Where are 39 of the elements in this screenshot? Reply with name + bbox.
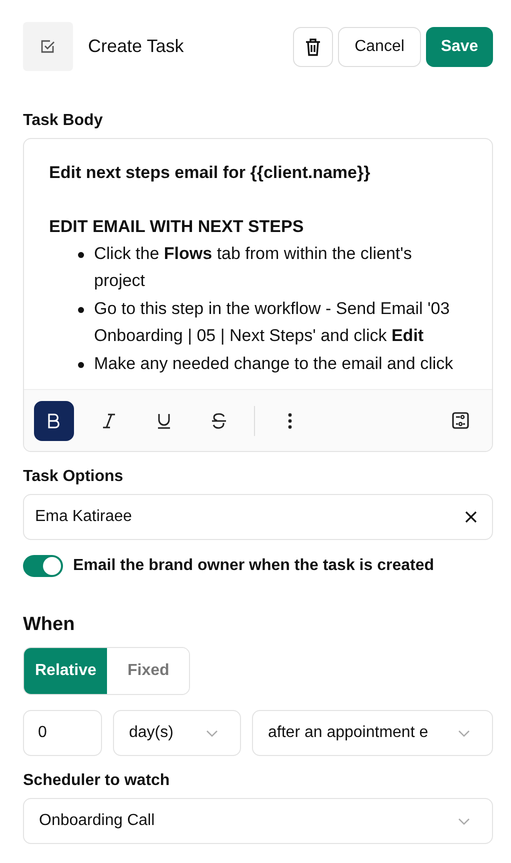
field-label: Task Options <box>23 468 124 486</box>
chevron-down-icon <box>206 730 218 736</box>
mode-tab[interactable]: Relative <box>24 648 108 694</box>
bullet-text: Go to this step in the workflow - Send Email '03 Onboarding | 05 | Next Steps' and click Edit <box>94 298 451 347</box>
rich-text-editor[interactable] <box>23 138 493 452</box>
strikethrough-icon <box>211 412 227 428</box>
variables-icon <box>452 412 468 429</box>
underline-icon <box>157 412 171 428</box>
editor-subheading: EDIT EMAIL WITH NEXT STEPS <box>49 216 305 238</box>
checkbox-icon <box>40 38 56 54</box>
field-label: Task Body <box>23 112 104 130</box>
scheduler-dropdown[interactable]: Onboarding Call <box>23 798 493 844</box>
toggle-switch[interactable] <box>23 555 63 577</box>
amount-field[interactable]: 0 <box>23 710 102 756</box>
bullet-text: Make any needed change to the email and click <box>94 353 454 375</box>
anchor-dropdown[interactable]: after an appointment e <box>252 710 493 756</box>
close-icon[interactable] <box>465 511 477 523</box>
bullet-text: Click the Flows tab from within the client's project <box>94 243 413 292</box>
field-label: Scheduler to watch <box>23 772 171 790</box>
assignee-field[interactable]: Ema Katiraee <box>23 494 493 540</box>
bold-button[interactable] <box>34 400 74 440</box>
more-icon <box>288 412 292 428</box>
dialog-title: Create Task <box>88 36 185 57</box>
bullet-icon <box>78 307 84 313</box>
chevron-down-icon <box>458 818 470 824</box>
toggle-label: Email the brand owner when the task is created <box>73 557 434 575</box>
bold-icon <box>47 412 61 428</box>
unit-dropdown[interactable]: day(s) <box>113 710 241 756</box>
editor-heading: Edit next steps email for {{client.name}} <box>49 162 372 184</box>
assignee-name: Ema Katiraee <box>35 508 132 526</box>
italic-icon <box>102 412 116 428</box>
bullet-icon <box>78 362 84 368</box>
cancel-button[interactable]: Cancel <box>338 26 421 66</box>
delete-button[interactable] <box>293 26 333 66</box>
bullet-icon <box>78 252 84 258</box>
save-button[interactable]: Save <box>426 26 493 66</box>
section-heading: When <box>23 614 76 636</box>
chevron-down-icon <box>458 730 470 736</box>
trash-icon <box>305 38 321 56</box>
